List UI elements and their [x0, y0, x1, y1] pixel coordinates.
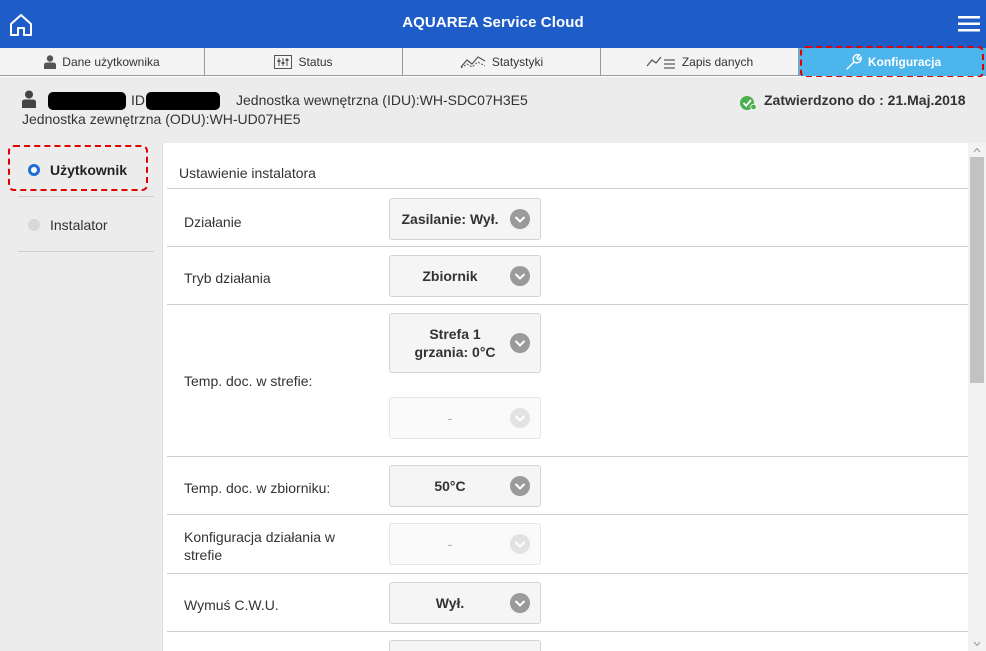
redacted-username — [48, 92, 126, 110]
tab-dane-uzytkownika[interactable]: Dane użytkownika — [0, 48, 205, 76]
dropdown-value: Strefa 1 grzania: 0°C — [414, 326, 496, 360]
dropdown-temp-strefa-2: - — [389, 397, 541, 439]
dropdown-tryb-dzialania[interactable]: Zbiornik — [389, 255, 541, 297]
device-info-bar — [0, 77, 986, 143]
redacted-id — [146, 92, 220, 110]
dropdown-dzialanie[interactable]: Zasilanie: Wył. — [389, 198, 541, 240]
settings-panel: Ustawienie instalatora Działanie Zasilan… — [162, 143, 968, 651]
tab-zapis-danych[interactable]: Zapis danych — [601, 48, 799, 76]
tab-konfiguracja[interactable]: Konfiguracja — [799, 48, 986, 76]
dropdown-value: Zbiornik — [422, 268, 478, 284]
tab-label: Zapis danych — [681, 55, 754, 69]
row-label-dzialanie: Działanie — [184, 214, 242, 230]
dropdown-value: - — [447, 410, 453, 426]
chevron-down-icon — [510, 476, 530, 496]
radio-unselected-icon — [28, 218, 40, 231]
chevron-down-icon — [510, 408, 530, 428]
wrench-icon — [846, 53, 862, 70]
nav-item-instalator[interactable]: Instalator — [18, 198, 154, 252]
outdoor-unit-label: Jednostka zewnętrzna (ODU):WH-UD07HE5 — [22, 111, 301, 127]
hamburger-menu-icon[interactable] — [958, 14, 980, 34]
main-tabs: Dane użytkownika Status Statystyki Zapis… — [0, 48, 986, 76]
tab-label: Statystyki — [491, 55, 544, 69]
nav-item-label: Użytkownik — [50, 161, 128, 178]
row-label-wymus-cwu: Wymuś C.W.U. — [184, 597, 279, 613]
id-label: ID — [131, 92, 145, 108]
scroll-down-arrow-icon[interactable] — [968, 637, 986, 651]
nav-item-label: Instalator — [50, 216, 108, 233]
radio-selected-icon — [28, 163, 40, 176]
nav-item-uzytkownik[interactable]: Użytkownik — [18, 143, 154, 197]
dropdown-temp-strefa-1[interactable]: Strefa 1 grzania: 0°C — [389, 313, 541, 373]
dropdown-value: Wył. — [435, 595, 465, 611]
top-bar: AQUAREA Service Cloud — [0, 0, 986, 48]
dropdown-wymus-cwu[interactable]: Wył. — [389, 582, 541, 624]
approved-until-text: Zatwierdzono do : 21.Maj.2018 — [764, 92, 966, 108]
scroll-up-arrow-icon[interactable] — [968, 143, 986, 157]
section-title: Ustawienie instalatora — [179, 165, 316, 181]
tab-statystyki[interactable]: Statystyki — [403, 48, 601, 76]
divider — [167, 304, 968, 305]
divider — [167, 514, 968, 515]
dropdown-next-row[interactable] — [389, 640, 541, 651]
scrollbar-thumb[interactable] — [970, 157, 984, 383]
app-title: AQUAREA Service Cloud — [402, 14, 584, 31]
chevron-down-icon — [510, 266, 530, 286]
vertical-scrollbar[interactable] — [968, 143, 986, 651]
divider — [167, 631, 968, 632]
chart-icon — [460, 56, 486, 69]
user-icon — [44, 55, 57, 69]
row-label-temp-zbiornik: Temp. doc. w zbiorniku: — [184, 480, 331, 496]
chevron-down-icon — [510, 209, 530, 229]
indoor-unit-label: Jednostka wewnętrzna (IDU):WH-SDC07H3E5 — [236, 92, 528, 108]
dropdown-value: - — [447, 536, 453, 552]
chevron-down-icon — [510, 593, 530, 613]
left-nav: Użytkownik Instalator — [0, 143, 162, 651]
chevron-down-icon — [510, 534, 530, 554]
tab-status[interactable]: Status — [205, 48, 403, 76]
tab-label: Dane użytkownika — [62, 55, 160, 69]
dropdown-value: Zasilanie: Wył. — [401, 211, 499, 227]
dropdown-value: 50°C — [434, 478, 466, 494]
row-label-konfiguracja-strefy: Konfiguracja działania w strefie — [184, 529, 335, 563]
row-label-temp-strefa: Temp. doc. w strefie: — [184, 373, 313, 389]
dropdown-temp-zbiornik[interactable]: 50°C — [389, 465, 541, 507]
approved-check-icon — [740, 96, 757, 111]
status-icon — [274, 55, 293, 69]
chevron-down-icon — [510, 333, 530, 353]
divider — [167, 573, 968, 574]
dropdown-konfiguracja-strefy: - — [389, 523, 541, 565]
divider — [167, 456, 968, 457]
tab-label: Status — [298, 55, 333, 69]
tab-label: Konfiguracja — [867, 55, 942, 69]
user-icon — [22, 90, 36, 108]
data-log-icon — [646, 56, 675, 69]
row-label-tryb-dzialania: Tryb działania — [184, 270, 271, 286]
divider — [167, 188, 968, 189]
divider — [167, 246, 968, 247]
